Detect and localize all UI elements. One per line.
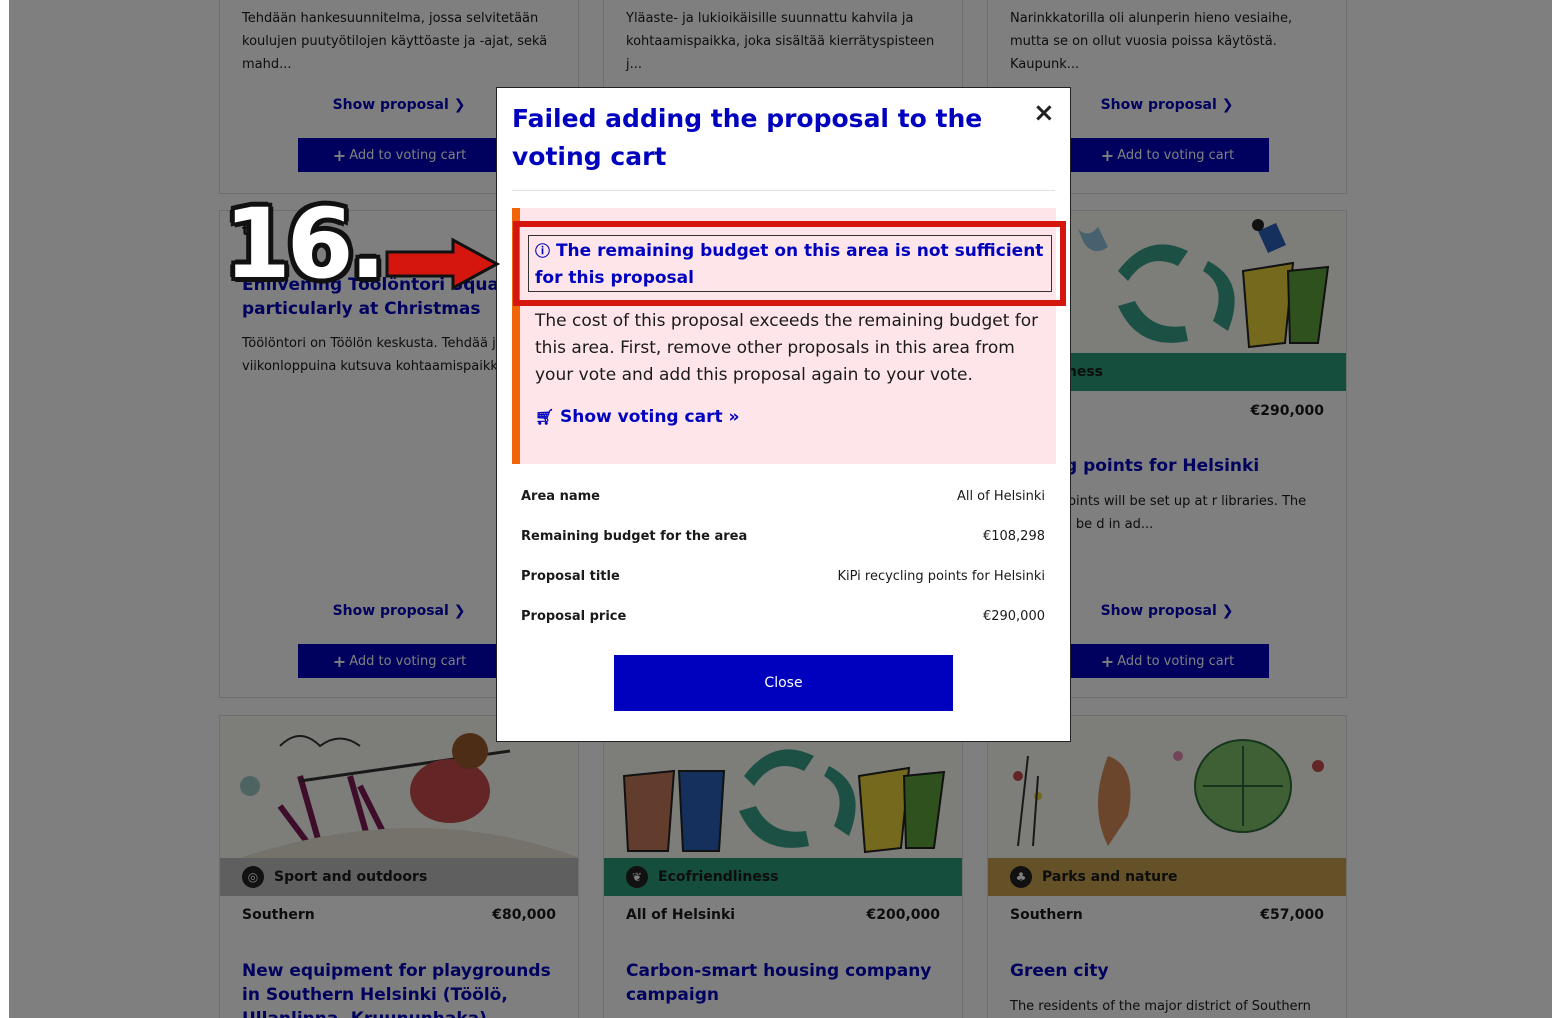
info-row-proposal-price: Proposal price €290,000 [521, 609, 1045, 624]
divider [512, 190, 1055, 191]
step-number: 16. [224, 188, 386, 300]
annotation-arrow [385, 237, 501, 291]
show-voting-cart-link[interactable]: 🛒︎ Show voting cart » [535, 407, 739, 427]
info-row-proposal-title: Proposal title KiPi recycling points for… [521, 569, 1045, 584]
info-row-remaining-budget: Remaining budget for the area €108,298 [521, 529, 1045, 544]
page-edge [0, 0, 9, 1018]
row-value: €108,298 [982, 529, 1045, 544]
row-label: Proposal price [521, 609, 627, 624]
highlight-box-inner [528, 235, 1052, 292]
info-row-area: Area name All of Helsinki [521, 489, 1045, 504]
dialog-title: Failed adding the proposal to the voting… [512, 104, 983, 171]
row-value: €290,000 [982, 609, 1045, 624]
row-label: Remaining budget for the area [521, 529, 748, 544]
row-value: KiPi recycling points for Helsinki [837, 569, 1045, 584]
close-icon[interactable]: × [1033, 98, 1055, 128]
cart-icon: 🛒︎ [535, 408, 555, 426]
row-label: Proposal title [521, 569, 620, 584]
error-dialog: Failed adding the proposal to the voting… [496, 87, 1071, 742]
alert-body: The cost of this proposal exceeds the re… [535, 311, 1039, 385]
row-value: All of Helsinki [956, 489, 1045, 504]
page-edge [1552, 0, 1561, 1018]
row-label: Area name [521, 489, 600, 504]
close-button[interactable]: Close [614, 655, 953, 711]
